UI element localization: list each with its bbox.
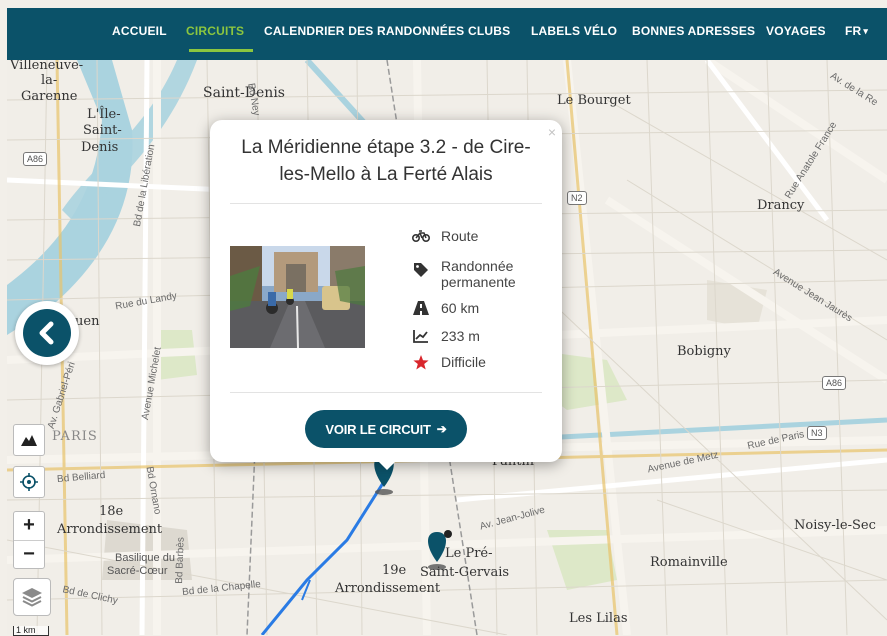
chevron-down-icon: ▾ [863, 26, 869, 36]
attribute-label: Route [441, 228, 479, 244]
language-label: FR [845, 24, 862, 38]
nav-item-calendrier[interactable]: CALENDRIER DES RANDONNÉES [264, 8, 464, 56]
place-label: Denis [81, 140, 119, 155]
chevron-left-icon [39, 321, 54, 345]
attribute-label: 60 km [441, 300, 480, 316]
place-label: 19e [382, 563, 407, 578]
nav-item-clubs[interactable]: CLUBS [468, 8, 510, 56]
attribute-label: Randonnée permanente [441, 258, 516, 290]
zoom-control: + − [13, 511, 45, 569]
place-label: Le Bourget [557, 93, 631, 108]
place-label: uen [75, 314, 100, 329]
close-button[interactable]: × [548, 124, 556, 140]
circuit-title: La Méridienne étape 3.2 - de Cire-les-Me… [241, 137, 531, 185]
elevation-icon [412, 328, 430, 344]
place-label: Les Lilas [569, 611, 628, 626]
star-icon [412, 354, 430, 370]
place-label: Romainville [650, 555, 728, 570]
place-label: Garenne [21, 89, 78, 104]
place-label: Saint-Gervais [420, 565, 510, 580]
tag-icon [412, 262, 430, 278]
back-button[interactable] [15, 301, 79, 365]
layers-button[interactable] [13, 578, 51, 616]
locate-button[interactable] [13, 466, 45, 498]
zoom-in-button[interactable]: + [14, 512, 44, 540]
place-label: 18e [99, 504, 124, 519]
bicycle-icon [412, 228, 430, 244]
poi-label: Basilique du [115, 552, 175, 564]
place-label: Arrondissement [57, 522, 163, 537]
elevation-profile-button[interactable] [13, 424, 45, 456]
view-circuit-label: VOIR LE CIRCUIT [325, 421, 431, 437]
place-label: Saint- [83, 123, 122, 138]
language-selector[interactable]: FR ▾ [845, 8, 868, 56]
top-navigation: ACCUEIL CIRCUITS CALENDRIER DES RANDONNÉ… [7, 8, 887, 60]
divider [230, 203, 542, 204]
nav-item-labels-velo[interactable]: LABELS VÉLO [531, 8, 617, 56]
circuit-popup: × La Méridienne étape 3.2 - de Cire-les-… [210, 120, 562, 462]
place-label: Bobigny [677, 344, 731, 359]
road-icon [412, 300, 430, 316]
place-label: la- [41, 73, 58, 88]
zoom-out-button[interactable]: − [14, 540, 44, 569]
attribute-label: 233 m [441, 328, 480, 344]
attribute-label: Difficile [441, 354, 486, 370]
active-nav-underline [189, 49, 253, 52]
arrow-right-icon: ➔ [436, 422, 447, 436]
poi-label: Sacré-Cœur [107, 565, 168, 577]
circuit-photo [230, 246, 365, 348]
place-label: Saint-Denis [203, 85, 285, 101]
nav-item-accueil[interactable]: ACCUEIL [112, 8, 167, 56]
layers-icon [22, 588, 42, 607]
road-shield: A86 [822, 376, 847, 390]
view-circuit-button[interactable]: VOIR LE CIRCUIT ➔ [305, 410, 467, 448]
road-label: Bd Barbès [174, 536, 187, 585]
place-label: Villeneuve- [10, 60, 84, 73]
road-shield: N2 [567, 191, 587, 205]
nav-item-bonnes-adresses[interactable]: BONNES ADRESSES [632, 8, 755, 56]
place-label: PARIS [52, 429, 98, 444]
popup-tail [377, 460, 397, 470]
road-shield: N3 [807, 426, 827, 440]
nav-item-voyages[interactable]: VOYAGES [766, 8, 826, 56]
place-label: Le Pré- [445, 546, 493, 561]
crosshair-icon [20, 473, 38, 491]
place-label: Noisy-le-Sec [794, 518, 876, 533]
road-shield: A86 [23, 152, 48, 166]
divider [230, 392, 542, 393]
place-label: Arrondissement [335, 581, 441, 596]
place-label: Drancy [757, 198, 805, 213]
place-label: L'Île- [87, 107, 121, 122]
mountain-icon [21, 435, 37, 446]
